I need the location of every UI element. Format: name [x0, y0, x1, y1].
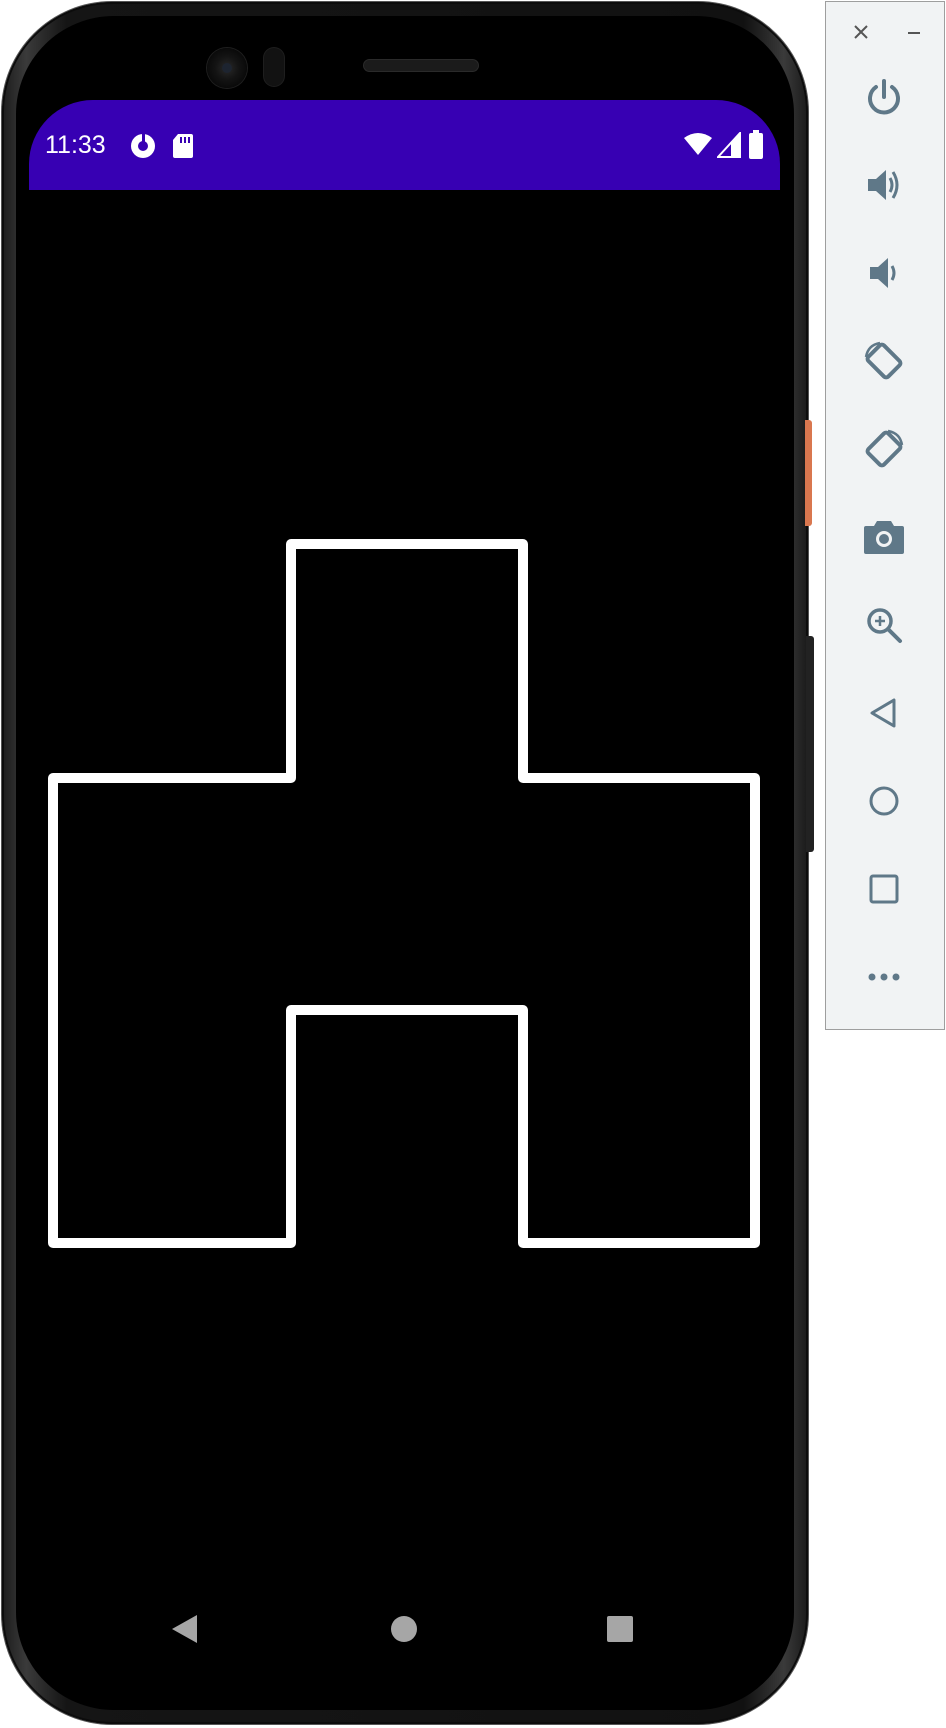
wifi-icon — [684, 133, 712, 155]
toolbar-back-button[interactable] — [856, 685, 912, 741]
earpiece-speaker — [364, 60, 478, 71]
zoom-button[interactable] — [856, 597, 912, 653]
battery-icon — [749, 130, 763, 159]
volume-down-icon — [870, 258, 896, 288]
front-camera — [207, 48, 247, 88]
data-saver-icon — [131, 132, 155, 158]
home-icon — [869, 786, 899, 816]
overview-icon — [869, 874, 899, 904]
camera-icon — [864, 521, 904, 554]
status-bar: 11:33 — [29, 100, 780, 190]
toolbar-more-button[interactable] — [856, 949, 912, 1005]
volume-down-button[interactable] — [856, 245, 912, 301]
minimize-icon[interactable] — [901, 19, 927, 45]
device-screen: 11:33 — [29, 100, 780, 1684]
outline-shape — [48, 539, 760, 1248]
toolbar-overview-button[interactable] — [856, 861, 912, 917]
drawing-canvas[interactable] — [29, 190, 780, 1684]
home-circle-icon[interactable] — [390, 1615, 418, 1643]
toolbar-home-button[interactable] — [856, 773, 912, 829]
navigation-bar — [29, 1584, 780, 1684]
rotate-left-icon — [864, 341, 903, 380]
proximity-sensor — [264, 48, 284, 86]
more-icon — [868, 973, 900, 981]
rotate-right-icon — [865, 429, 904, 468]
close-icon[interactable] — [848, 19, 874, 45]
rotate-left-button[interactable] — [856, 333, 912, 389]
rotate-right-button[interactable] — [856, 421, 912, 477]
screenshot-button[interactable] — [856, 509, 912, 565]
emulator-toolbar — [825, 1, 945, 1030]
volume-up-button[interactable] — [856, 157, 912, 213]
hardware-power-button — [805, 420, 812, 526]
back-triangle-icon[interactable] — [171, 1614, 199, 1644]
hardware-volume-button — [806, 636, 814, 852]
power-button[interactable] — [856, 69, 912, 125]
sd-card-icon — [173, 134, 193, 158]
status-time: 11:33 — [45, 131, 106, 159]
cellular-signal-icon — [717, 132, 741, 158]
back-icon — [870, 698, 896, 728]
zoom-icon — [867, 608, 902, 643]
power-icon — [868, 79, 900, 115]
recents-square-icon[interactable] — [607, 1616, 633, 1642]
volume-up-icon — [868, 170, 899, 200]
